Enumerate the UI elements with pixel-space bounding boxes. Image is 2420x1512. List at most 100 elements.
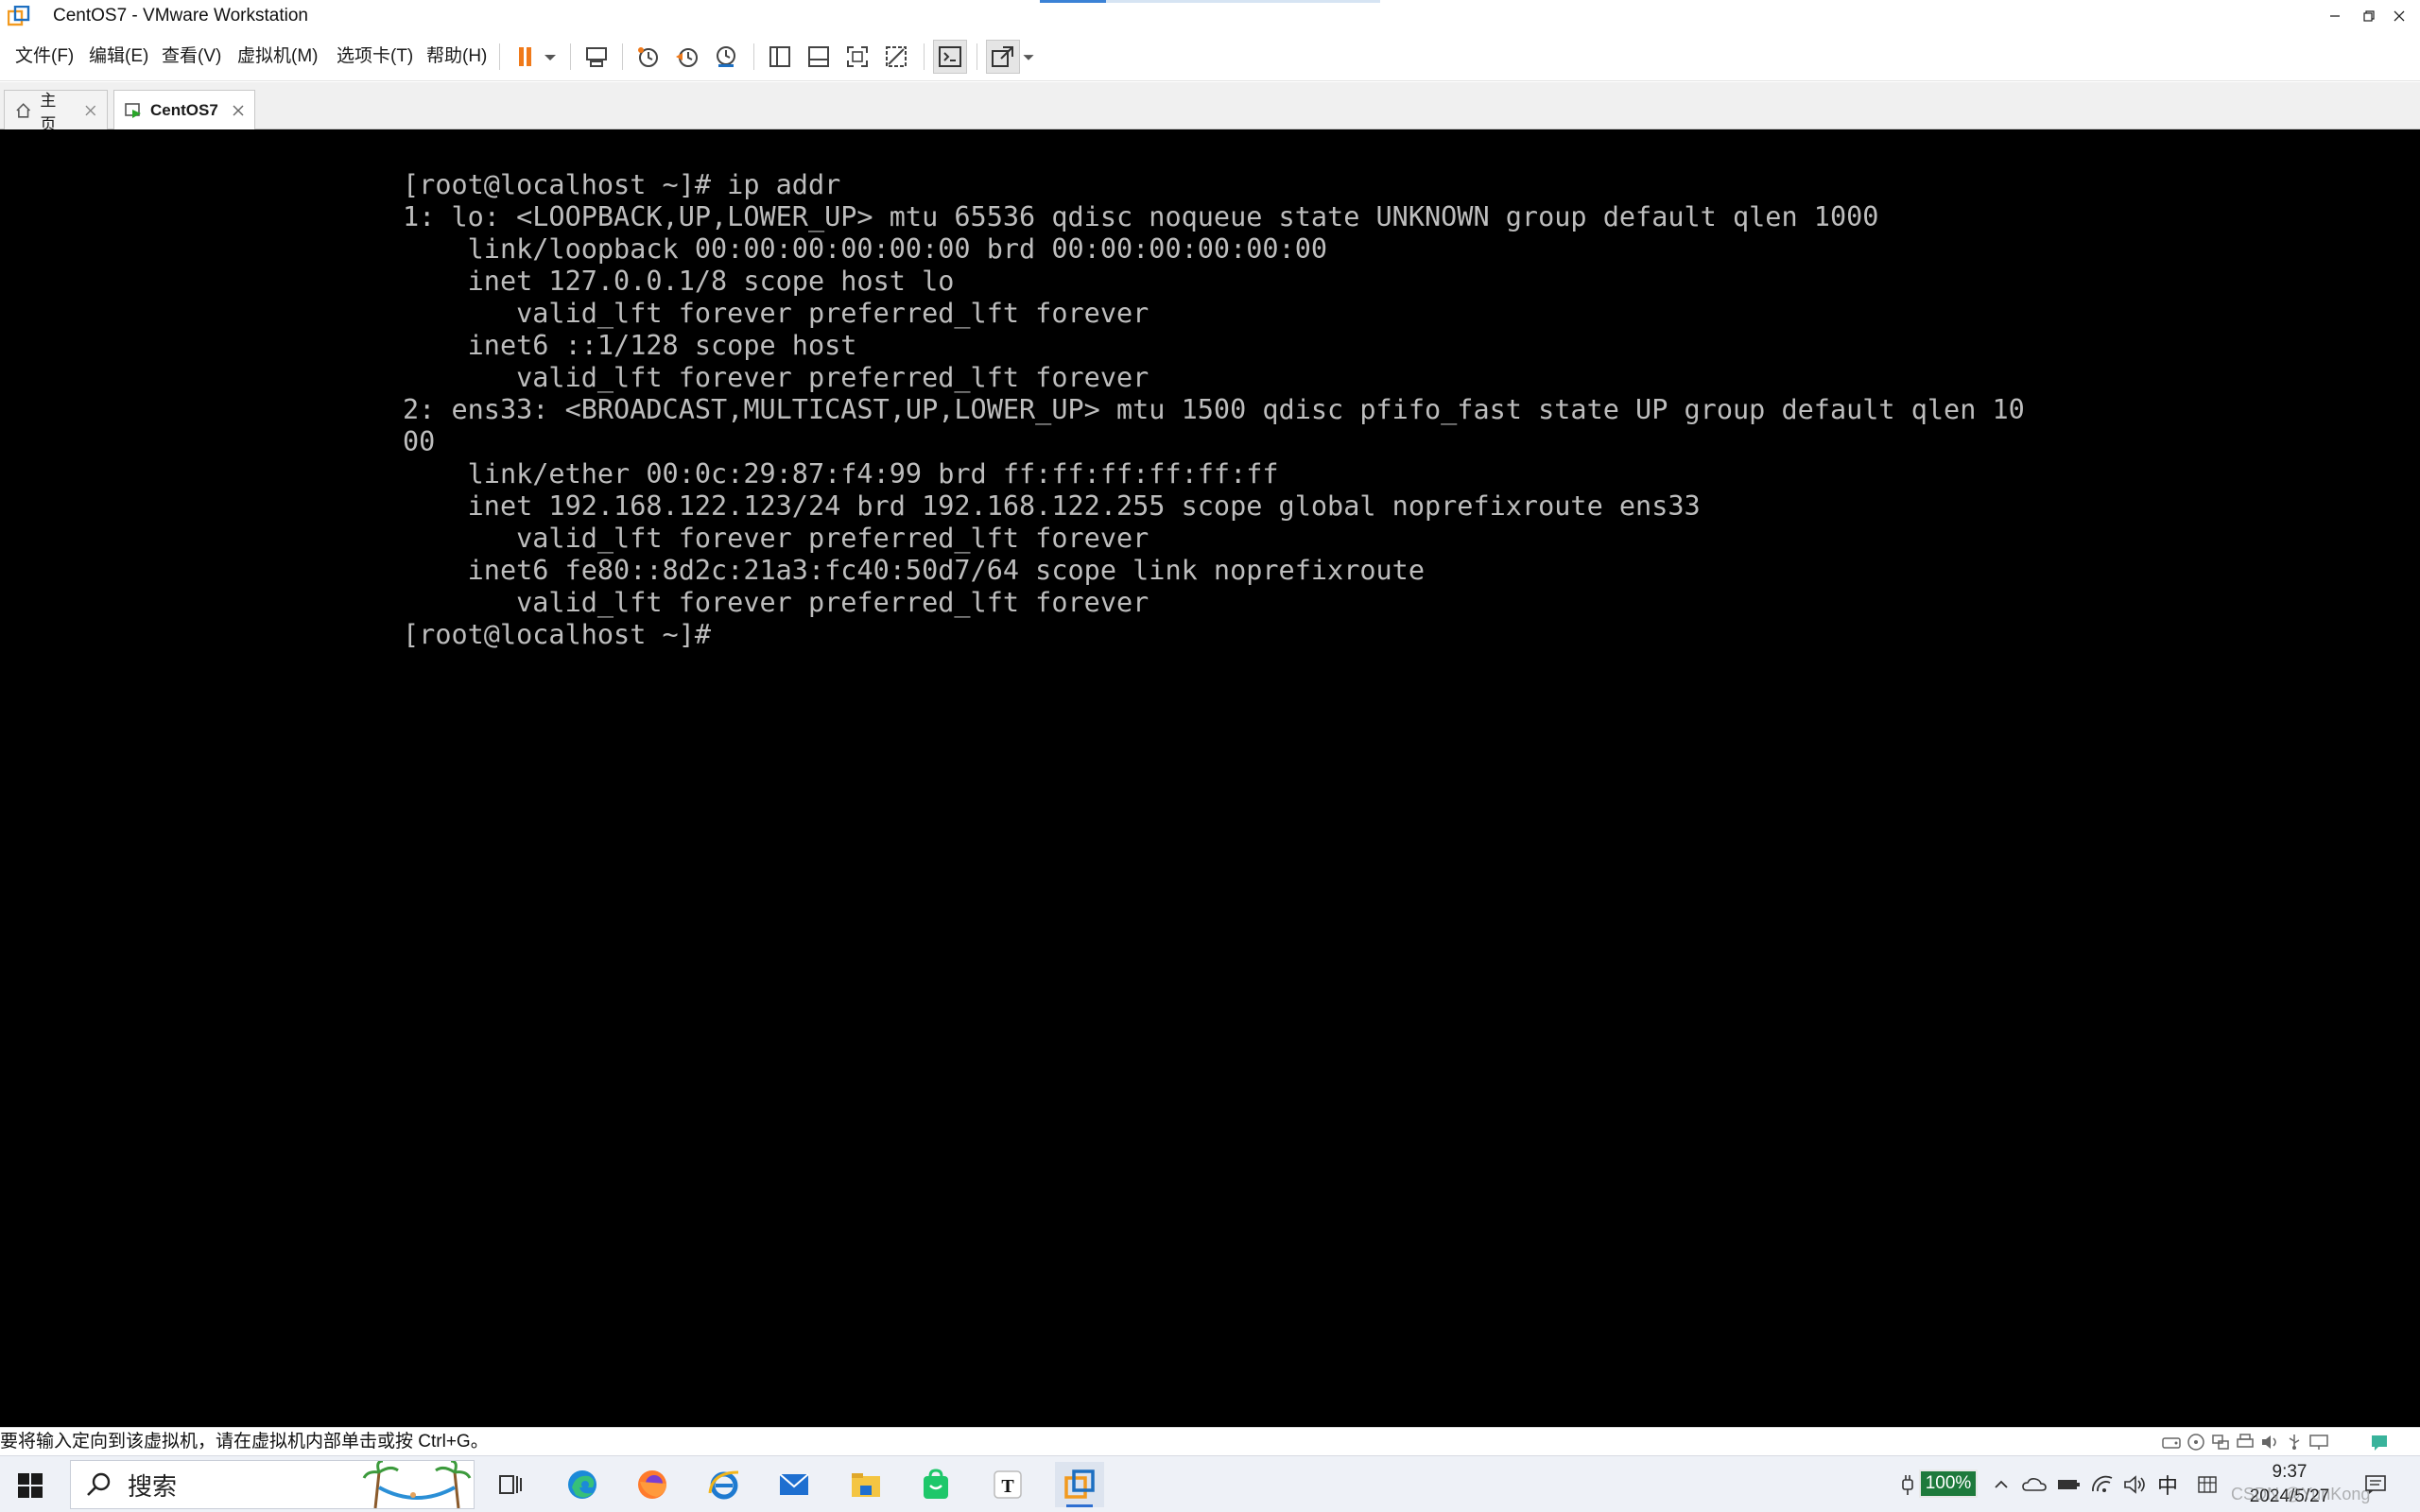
csdn-watermark: CSDN @YunKong — [2231, 1485, 2371, 1503]
menu-edit[interactable]: 编辑(E) — [89, 45, 148, 68]
stretch-guest-button[interactable] — [986, 40, 1020, 74]
full-screen-button[interactable] — [840, 40, 874, 74]
volume-icon[interactable] — [2119, 1469, 2150, 1500]
title-accent-light — [1106, 0, 1380, 3]
taskbar-search-box[interactable]: 搜索 — [70, 1460, 475, 1509]
windows-start-icon[interactable] — [17, 1472, 43, 1499]
taskbar-typora[interactable]: T — [983, 1462, 1032, 1507]
ie-icon — [708, 1470, 739, 1500]
tab-centos7[interactable]: CentOS7 — [113, 90, 255, 130]
taskbar-store[interactable] — [911, 1462, 960, 1507]
snapshot-manager-icon — [717, 46, 735, 67]
unity-button[interactable] — [879, 40, 913, 74]
snapshot-manager-button[interactable] — [709, 40, 743, 74]
send-ctrl-alt-del-icon — [586, 47, 607, 67]
onedrive-icon[interactable] — [2019, 1469, 2049, 1500]
revert-snapshot-button[interactable] — [670, 40, 704, 74]
show-hidden-icons-icon[interactable] — [1987, 1469, 2015, 1500]
svg-text:T: T — [1001, 1476, 1014, 1497]
pause-icon — [519, 47, 531, 66]
title-bar: CentOS7 - VMware Workstation — [0, 0, 2420, 32]
taskbar-edge[interactable] — [558, 1462, 607, 1507]
file-explorer-icon — [852, 1473, 880, 1497]
snapshot-icon — [638, 47, 658, 67]
thumbnail-bar-button[interactable] — [802, 40, 836, 74]
menu-vm[interactable]: 虚拟机(M) — [237, 45, 318, 68]
taskbar-file-explorer[interactable] — [841, 1462, 890, 1507]
stretch-guest-icon — [992, 46, 1013, 67]
toolbar-separator — [753, 43, 754, 70]
search-placeholder: 搜索 — [128, 1472, 178, 1502]
stretch-dropdown[interactable] — [1016, 40, 1041, 74]
taskbar-ie[interactable] — [700, 1462, 749, 1507]
window-title: CentOS7 - VMware Workstation — [53, 6, 308, 26]
menu-toolbar: 文件(F) 编辑(E) 查看(V) 虚拟机(M) 选项卡(T) 帮助(H) — [0, 32, 2420, 81]
battery-tray-icon[interactable] — [2053, 1469, 2083, 1500]
sound-icon[interactable] — [2259, 1433, 2280, 1452]
full-screen-icon — [847, 46, 868, 67]
taskbar-firefox[interactable] — [628, 1462, 677, 1507]
toolbar-separator — [622, 43, 623, 70]
take-snapshot-button[interactable] — [631, 40, 666, 74]
restore-icon — [2363, 10, 2375, 22]
status-hint: 要将输入定向到该虚拟机，请在虚拟机内部单击或按 Ctrl+G。 — [0, 1432, 489, 1452]
toolbar-separator — [499, 43, 500, 70]
task-view-button[interactable] — [486, 1462, 535, 1507]
hammock-palm-illustration-icon — [360, 1461, 474, 1508]
send-ctrl-alt-del-button[interactable] — [579, 40, 614, 74]
tab-label: CentOS7 — [150, 101, 218, 119]
wifi-icon[interactable] — [2087, 1469, 2118, 1500]
close-icon — [2394, 10, 2405, 22]
title-accent — [1040, 0, 1106, 3]
edge-icon — [568, 1470, 596, 1499]
vmware-logo-icon — [8, 6, 30, 26]
hard-disk-icon[interactable] — [2161, 1433, 2182, 1452]
network-adapter-icon[interactable] — [2210, 1433, 2231, 1452]
minimize-icon — [2330, 15, 2340, 17]
thumbnail-bar-icon — [808, 46, 829, 67]
unity-icon — [886, 46, 907, 67]
revert-snapshot-icon — [676, 48, 698, 67]
printer-icon[interactable] — [2235, 1433, 2256, 1452]
power-plug-icon[interactable] — [1896, 1469, 1919, 1500]
taskbar-mail[interactable] — [769, 1462, 819, 1507]
vm-running-icon — [125, 103, 141, 118]
vm-console[interactable]: [root@localhost ~]# ip addr 1: lo: <LOOP… — [0, 129, 2420, 1427]
display-icon[interactable] — [2308, 1433, 2329, 1452]
console-view-icon — [939, 46, 961, 67]
clock-time: 9:37 — [2272, 1462, 2308, 1482]
mail-icon — [779, 1473, 809, 1495]
cd-dvd-icon[interactable] — [2186, 1433, 2206, 1452]
taskbar-vmware-workstation[interactable] — [1055, 1462, 1104, 1507]
close-icon[interactable] — [232, 104, 245, 117]
message-icon[interactable] — [2369, 1433, 2390, 1452]
firefox-icon — [638, 1470, 666, 1499]
battery-indicator[interactable]: 100% — [1919, 1469, 1978, 1498]
tab-home[interactable]: 主页 — [4, 90, 108, 133]
console-output: [root@localhost ~]# ip addr 1: lo: <LOOP… — [403, 169, 2025, 650]
notification-center-icon[interactable] — [2360, 1469, 2392, 1500]
tab-label: 主页 — [40, 91, 57, 133]
close-button[interactable] — [2378, 0, 2420, 32]
menu-file[interactable]: 文件(F) — [15, 45, 74, 68]
ime-mode-icon[interactable] — [2193, 1469, 2221, 1500]
dropdown-arrow-icon — [1023, 55, 1034, 60]
pause-dropdown[interactable] — [537, 40, 563, 74]
home-icon — [16, 102, 31, 118]
store-icon — [924, 1469, 948, 1499]
windows-taskbar: 搜索 T 100% 中 9:37 2024/5/27 CSDN @YunKong — [0, 1455, 2420, 1512]
menu-help[interactable]: 帮助(H) — [426, 45, 487, 68]
task-view-icon — [499, 1475, 522, 1494]
menu-tabs[interactable]: 选项卡(T) — [337, 45, 413, 68]
library-button[interactable] — [763, 40, 797, 74]
ime-indicator[interactable]: 中 — [2153, 1469, 2182, 1500]
close-icon[interactable] — [84, 104, 97, 117]
toolbar-separator — [570, 43, 571, 70]
library-icon — [769, 46, 790, 67]
console-view-button[interactable] — [933, 40, 967, 74]
status-bar: 要将输入定向到该虚拟机，请在虚拟机内部单击或按 Ctrl+G。 — [0, 1427, 2420, 1455]
menu-view[interactable]: 查看(V) — [162, 45, 221, 68]
usb-icon[interactable] — [2284, 1433, 2305, 1452]
dropdown-arrow-icon — [544, 55, 556, 60]
typora-icon: T — [994, 1470, 1022, 1499]
